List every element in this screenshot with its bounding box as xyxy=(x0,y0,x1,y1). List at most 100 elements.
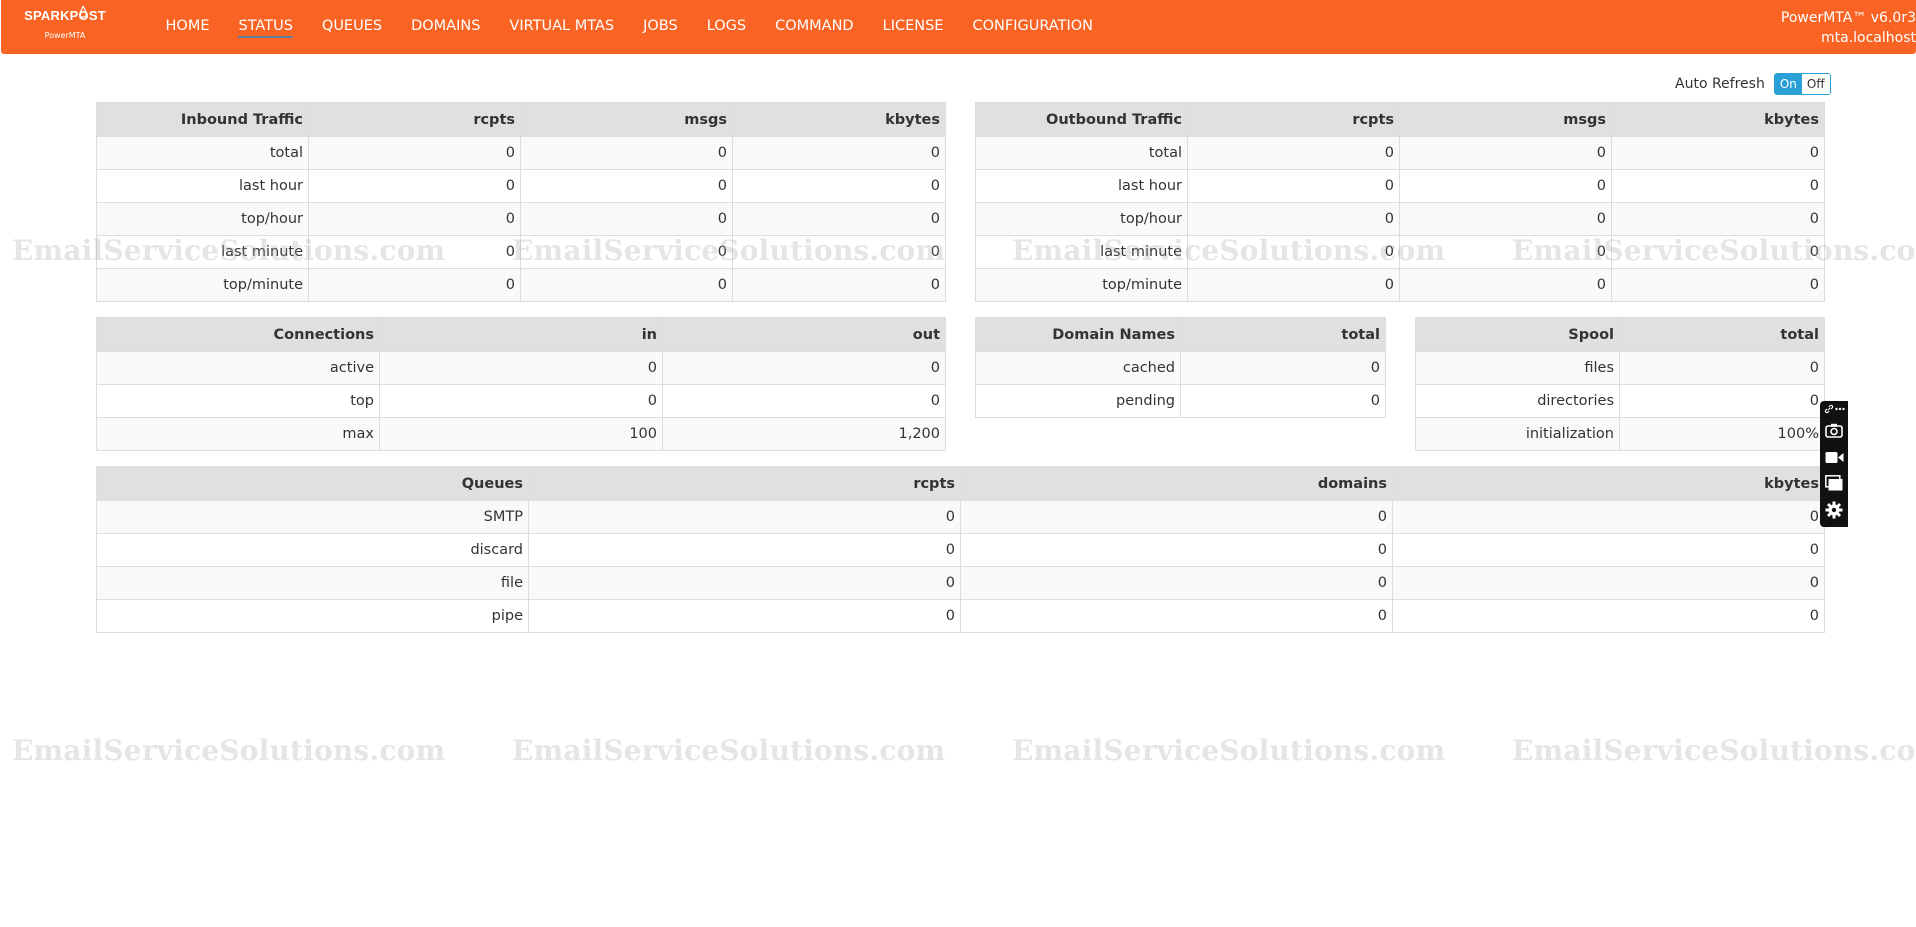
watermark-text: EmailServiceSolutions.com xyxy=(1012,734,1446,767)
table-cell: 0 xyxy=(662,384,946,418)
table-cell: 0 xyxy=(528,500,961,534)
video-icon[interactable] xyxy=(1824,447,1844,467)
table-row: files 0 xyxy=(1415,351,1825,385)
top-navbar: SPARKPOST PowerMTA HOME STATUS QUEUES DO… xyxy=(1,0,1916,54)
table-row: top/hour 0 0 0 xyxy=(975,202,1825,236)
row-label: max xyxy=(96,417,380,451)
row-label: last hour xyxy=(96,169,309,203)
table-row: active 0 0 xyxy=(96,351,946,385)
table-row: top/minute 0 0 0 xyxy=(975,268,1825,302)
column-header: kbytes xyxy=(1611,102,1825,137)
row-label: total xyxy=(96,136,309,170)
table-cell: 0 xyxy=(960,599,1393,633)
row-label: initialization xyxy=(1415,417,1620,451)
auto-refresh-on-button[interactable]: On xyxy=(1774,74,1802,94)
nav-status[interactable]: STATUS xyxy=(224,0,307,54)
table-row: last minute 0 0 0 xyxy=(975,235,1825,269)
nav-command[interactable]: COMMAND xyxy=(761,0,869,54)
nav-jobs[interactable]: JOBS xyxy=(629,0,693,54)
table-cell: 100% xyxy=(1619,417,1825,451)
more-icon[interactable] xyxy=(1834,403,1846,415)
nav-logs[interactable]: LOGS xyxy=(692,0,760,54)
connections-table: Connections in out active 0 0 top 0 0 ma… xyxy=(96,317,946,451)
table-cell: 0 xyxy=(1187,136,1400,170)
table-cell: 0 xyxy=(379,384,663,418)
table-row: SMTP 0 0 0 xyxy=(96,500,1825,534)
table-cell: 0 xyxy=(1180,384,1386,418)
auto-refresh-off-button[interactable]: Off xyxy=(1801,74,1830,94)
brand-name: SPARKPOST xyxy=(24,8,106,23)
auto-refresh-control: Auto Refresh On Off xyxy=(1675,72,1831,96)
table-cell: 0 xyxy=(1619,384,1825,418)
table-cell: 0 xyxy=(1399,235,1612,269)
hostname-text: mta.localhost xyxy=(1821,30,1916,46)
row-label: top/hour xyxy=(96,202,309,236)
table-row: pending 0 xyxy=(975,384,1386,418)
sparkpost-logo[interactable]: SPARKPOST PowerMTA xyxy=(15,6,115,48)
nav-domains[interactable]: DOMAINS xyxy=(397,0,495,54)
outbound-traffic-table: Outbound Traffic rcpts msgs kbytes total… xyxy=(975,102,1825,302)
domain-names-table: Domain Names total cached 0 pending 0 xyxy=(975,317,1386,418)
table-cell: 0 xyxy=(1187,235,1400,269)
table-cell: 0 xyxy=(1187,169,1400,203)
nav-virtual-mtas[interactable]: VIRTUAL MTAS xyxy=(495,0,629,54)
table-cell: 0 xyxy=(1611,202,1825,236)
auto-refresh-toggle[interactable]: On Off xyxy=(1773,73,1831,95)
table-row: initialization 100% xyxy=(1415,417,1825,451)
column-header: total xyxy=(1619,317,1825,352)
table-cell: 0 xyxy=(1611,136,1825,170)
flame-icon xyxy=(79,6,87,18)
table-cell: 0 xyxy=(520,235,733,269)
nav-license[interactable]: LICENSE xyxy=(868,0,958,54)
table-cell: 0 xyxy=(1399,202,1612,236)
table-row: file 0 0 0 xyxy=(96,566,1825,600)
table-row: total 0 0 0 xyxy=(975,136,1825,170)
row-label: top xyxy=(96,384,380,418)
row-label: last hour xyxy=(975,169,1188,203)
brand-product: PowerMTA xyxy=(44,31,86,40)
row-label: discard xyxy=(96,533,529,567)
window-icon[interactable] xyxy=(1824,473,1844,493)
version-text: PowerMTA™ v6.0r3 xyxy=(1780,10,1916,26)
watermark-text: EmailServiceSolutions.com xyxy=(512,734,946,767)
table-cell: 0 xyxy=(732,169,946,203)
table-cell: 0 xyxy=(1611,268,1825,302)
table-cell: 0 xyxy=(1180,351,1386,385)
table-cell: 0 xyxy=(1392,500,1825,534)
table-cell: 0 xyxy=(1399,136,1612,170)
table-cell: 0 xyxy=(308,169,521,203)
main-nav: HOME STATUS QUEUES DOMAINS VIRTUAL MTAS … xyxy=(151,0,1108,54)
column-header: Outbound Traffic xyxy=(975,102,1188,137)
table-row: last hour 0 0 0 xyxy=(96,169,946,203)
table-cell: 0 xyxy=(1611,169,1825,203)
table-cell: 1,200 xyxy=(662,417,946,451)
table-row: top/hour 0 0 0 xyxy=(96,202,946,236)
auto-refresh-label: Auto Refresh xyxy=(1675,76,1765,92)
table-cell: 0 xyxy=(732,235,946,269)
table-cell: 0 xyxy=(308,235,521,269)
row-label: files xyxy=(1415,351,1620,385)
row-label: total xyxy=(975,136,1188,170)
column-header: Queues xyxy=(96,466,529,501)
column-header: in xyxy=(379,317,663,352)
table-cell: 0 xyxy=(520,136,733,170)
table-cell: 0 xyxy=(520,169,733,203)
table-cell: 0 xyxy=(1392,533,1825,567)
table-cell: 0 xyxy=(379,351,663,385)
nav-home[interactable]: HOME xyxy=(151,0,224,54)
table-cell: 0 xyxy=(960,566,1393,600)
column-header: kbytes xyxy=(732,102,946,137)
nav-queues[interactable]: QUEUES xyxy=(307,0,396,54)
nav-configuration[interactable]: CONFIGURATION xyxy=(958,0,1108,54)
row-label: SMTP xyxy=(96,500,529,534)
table-cell: 0 xyxy=(960,500,1393,534)
row-label: pending xyxy=(975,384,1181,418)
gear-icon[interactable] xyxy=(1824,500,1844,520)
row-label: last minute xyxy=(975,235,1188,269)
table-row: last minute 0 0 0 xyxy=(96,235,946,269)
table-cell: 0 xyxy=(528,566,961,600)
camera-icon[interactable] xyxy=(1824,420,1844,440)
table-row: top/minute 0 0 0 xyxy=(96,268,946,302)
row-label: top/hour xyxy=(975,202,1188,236)
table-cell: 0 xyxy=(732,268,946,302)
